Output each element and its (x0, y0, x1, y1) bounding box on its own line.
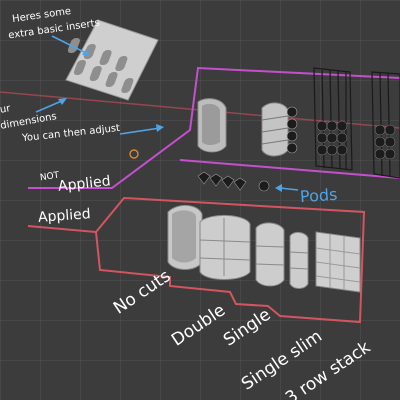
loose-pods (197, 171, 270, 192)
three-row-stack-model (315, 231, 361, 293)
3d-viewport[interactable]: Heres some extra basic inserts ur dimens… (0, 0, 400, 400)
pod-stack-pods-1 (316, 120, 348, 156)
single-model (255, 222, 285, 287)
annotation-dimensions-left: ur (0, 103, 12, 116)
half-pipe-top (197, 98, 227, 153)
double-model (199, 215, 251, 280)
cut-pipe-top (261, 102, 289, 157)
scene-geometry (0, 19, 400, 324)
single-slim-model (289, 231, 309, 289)
insert-tray-model (65, 19, 159, 101)
pod-stack-pods-2 (374, 124, 396, 160)
label-pods: Pods (299, 184, 338, 207)
origin-marker (129, 149, 139, 159)
annotation-arrows (35, 35, 299, 192)
no-cuts-model (167, 205, 203, 270)
pod-stack-wire-2 (371, 71, 400, 179)
